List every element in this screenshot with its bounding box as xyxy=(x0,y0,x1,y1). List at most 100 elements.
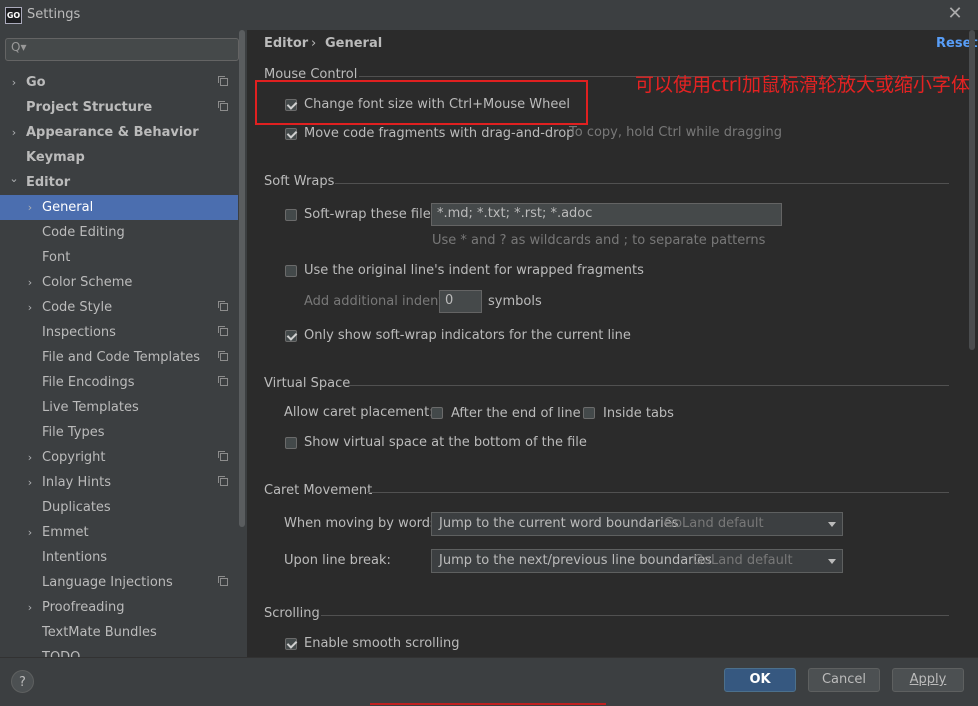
moving-by-words-dropdown[interactable]: Jump to the current word boundaries GoLa… xyxy=(431,512,843,536)
show-virtual-space-label: Show virtual space at the bottom of the … xyxy=(304,435,587,450)
sidebar-item-label: Font xyxy=(42,250,71,265)
dialog-footer: ? OK Cancel Apply xyxy=(0,657,978,706)
section-scrolling: Scrolling xyxy=(264,606,320,621)
chevron-down-icon xyxy=(828,522,836,527)
sidebar-item-todo[interactable]: TODO xyxy=(0,645,238,657)
sidebar-item-language-injections[interactable]: Language Injections xyxy=(0,570,238,595)
sidebar-item-label: Go xyxy=(26,75,46,90)
sidebar-item-label: General xyxy=(42,200,94,215)
chevron-down-icon[interactable]: ⌄ xyxy=(9,166,19,191)
title-bar: GO Settings ✕ xyxy=(0,0,978,30)
sidebar-item-go[interactable]: › Go xyxy=(0,70,238,95)
chevron-right-icon[interactable]: › xyxy=(25,270,35,295)
additional-indent-field[interactable]: 0 xyxy=(439,290,482,313)
dropdown-value: Jump to the next/previous line boundarie… xyxy=(439,553,712,568)
sidebar-item-inspections[interactable]: Inspections xyxy=(0,320,238,345)
sidebar-item-project-structure[interactable]: Project Structure xyxy=(0,95,238,120)
sidebar-item-code-style[interactable]: › Code Style xyxy=(0,295,238,320)
sidebar-item-copyright[interactable]: › Copyright xyxy=(0,445,238,470)
inside-tabs-checkbox[interactable] xyxy=(583,407,595,419)
sidebar-item-label: File Encodings xyxy=(42,375,135,390)
chevron-right-icon[interactable]: › xyxy=(25,295,35,320)
inside-tabs-label: Inside tabs xyxy=(603,406,674,421)
sidebar-item-label: File Types xyxy=(42,425,105,440)
drag-drop-label: Move code fragments with drag-and-drop xyxy=(304,126,575,141)
chevron-right-icon[interactable]: › xyxy=(25,445,35,470)
annotation-highlight-box xyxy=(255,80,588,125)
sidebar-item-label: Code Style xyxy=(42,300,113,315)
project-level-icon xyxy=(218,576,228,586)
sidebar-item-editor[interactable]: ⌄ Editor xyxy=(0,170,238,195)
chevron-right-icon[interactable]: › xyxy=(25,520,35,545)
sidebar-item-label: Inlay Hints xyxy=(42,475,111,490)
sidebar-item-proofreading[interactable]: › Proofreading xyxy=(0,595,238,620)
sidebar-item-color-scheme[interactable]: › Color Scheme xyxy=(0,270,238,295)
sidebar-item-label: Duplicates xyxy=(42,500,111,515)
sidebar-item-live-templates[interactable]: Live Templates xyxy=(0,395,238,420)
project-level-icon xyxy=(218,101,228,111)
chevron-right-icon[interactable]: › xyxy=(25,595,35,620)
section-caret-movement: Caret Movement xyxy=(264,483,373,498)
sidebar-item-code-editing[interactable]: Code Editing xyxy=(0,220,238,245)
sidebar-scrollbar[interactable] xyxy=(239,30,245,527)
chevron-right-icon[interactable]: › xyxy=(9,70,19,95)
close-icon[interactable]: ✕ xyxy=(945,4,965,24)
chevron-right-icon[interactable]: › xyxy=(9,120,19,145)
sidebar-item-font[interactable]: Font xyxy=(0,245,238,270)
section-soft-wraps: Soft Wraps xyxy=(264,174,335,189)
sidebar-item-label: TextMate Bundles xyxy=(42,625,157,640)
wildcard-hint: Use * and ? as wildcards and ; to separa… xyxy=(432,233,766,248)
soft-wrap-patterns-field[interactable]: *.md; *.txt; *.rst; *.adoc xyxy=(431,203,782,226)
sidebar-item-label: Keymap xyxy=(26,150,85,165)
dropdown-default-hint: GoLand default xyxy=(693,553,793,568)
sidebar-item-keymap[interactable]: Keymap xyxy=(0,145,238,170)
soft-wrap-files-label: Soft-wrap these files: xyxy=(304,207,442,222)
chevron-right-icon[interactable]: › xyxy=(25,195,35,220)
sidebar-item-duplicates[interactable]: Duplicates xyxy=(0,495,238,520)
line-break-dropdown[interactable]: Jump to the next/previous line boundarie… xyxy=(431,549,843,573)
cancel-button[interactable]: Cancel xyxy=(808,668,880,692)
search-input[interactable]: Q▾ xyxy=(5,38,239,61)
original-indent-checkbox[interactable] xyxy=(285,265,297,277)
sidebar-item-label: Intentions xyxy=(42,550,108,565)
chevron-right-icon[interactable]: › xyxy=(25,470,35,495)
search-icon: Q▾ xyxy=(11,40,27,54)
breadcrumb-separator: › xyxy=(311,36,317,51)
sidebar-item-label: Appearance & Behavior xyxy=(26,125,199,140)
window-title: Settings xyxy=(27,7,81,22)
sidebar-item-label: TODO xyxy=(42,645,80,657)
after-end-of-line-checkbox[interactable] xyxy=(431,407,443,419)
smooth-scrolling-checkbox[interactable] xyxy=(285,638,297,650)
sidebar-item-inlay-hints[interactable]: › Inlay Hints xyxy=(0,470,238,495)
after-end-of-line-label: After the end of line xyxy=(451,406,581,421)
symbols-label: symbols xyxy=(488,294,542,309)
apply-button[interactable]: Apply xyxy=(892,668,964,692)
settings-sidebar: Q▾ › Go Project Structure › Appearance & Beh… xyxy=(0,30,247,657)
sidebar-item-emmet[interactable]: › Emmet xyxy=(0,520,238,545)
original-indent-label: Use the original line's indent for wrapp… xyxy=(304,263,644,278)
sidebar-item-file-types[interactable]: File Types xyxy=(0,420,238,445)
only-current-line-checkbox[interactable] xyxy=(285,330,297,342)
sidebar-item-general[interactable]: › General xyxy=(0,195,238,220)
show-virtual-space-checkbox[interactable] xyxy=(285,437,297,449)
caret-placement-label: Allow caret placement: xyxy=(284,405,434,420)
sidebar-item-label: Code Editing xyxy=(42,225,125,240)
sidebar-item-label: Project Structure xyxy=(26,100,153,115)
sidebar-item-label: Copyright xyxy=(42,450,106,465)
sidebar-item-appearance-behavior[interactable]: › Appearance & Behavior xyxy=(0,120,238,145)
project-level-icon xyxy=(218,451,228,461)
sidebar-item-file-and-code-templates[interactable]: File and Code Templates xyxy=(0,345,238,370)
breadcrumb-editor[interactable]: Editor xyxy=(264,36,308,51)
sidebar-item-textmate-bundles[interactable]: TextMate Bundles xyxy=(0,620,238,645)
dropdown-default-hint: GoLand default xyxy=(664,516,764,531)
sidebar-item-label: Emmet xyxy=(42,525,89,540)
help-button[interactable]: ? xyxy=(11,670,34,693)
drag-drop-checkbox[interactable] xyxy=(285,128,297,140)
soft-wrap-files-checkbox[interactable] xyxy=(285,209,297,221)
ok-button[interactable]: OK xyxy=(724,668,796,692)
annotation-text: 可以使用ctrl加鼠标滑轮放大或缩小字体 xyxy=(635,74,970,96)
sidebar-item-file-encodings[interactable]: File Encodings xyxy=(0,370,238,395)
sidebar-item-intentions[interactable]: Intentions xyxy=(0,545,238,570)
chevron-down-icon xyxy=(828,559,836,564)
moving-by-words-label: When moving by words: xyxy=(284,516,442,531)
